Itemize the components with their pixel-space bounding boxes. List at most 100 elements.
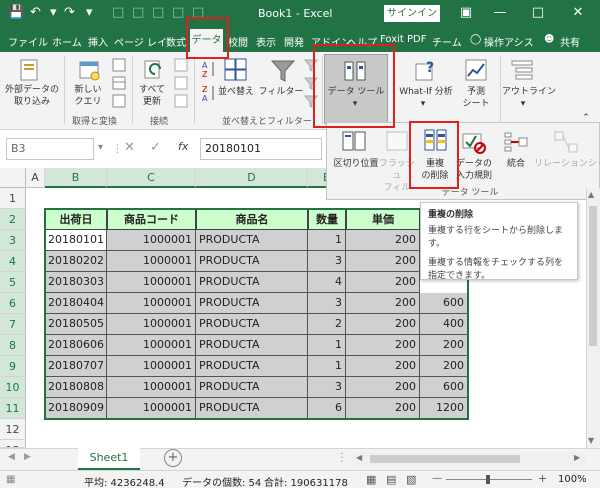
table-cell-date[interactable]: 20180808 — [45, 377, 107, 398]
ribbon-display-icon[interactable]: ▣ — [456, 4, 476, 22]
table-cell-total[interactable]: 1200 — [420, 398, 468, 419]
relationships-label[interactable]: リレーションシップ — [534, 158, 600, 170]
person-icon[interactable]: ☻ — [544, 34, 554, 45]
scroll-thumb[interactable] — [589, 206, 597, 346]
normal-view-icon[interactable]: ▦ — [366, 473, 376, 486]
tab-view[interactable]: 表示 — [256, 34, 276, 49]
table-cell-date[interactable]: 20180606 — [45, 335, 107, 356]
connections-icon[interactable] — [174, 58, 188, 72]
sort-dialog-icon[interactable] — [224, 58, 248, 82]
qat-extra-icon[interactable]: □ — [172, 5, 184, 21]
row-header-11[interactable]: 11 — [0, 398, 26, 419]
close-icon[interactable]: ✕ — [568, 4, 588, 22]
refresh-all-label[interactable]: すべて 更新 — [134, 84, 170, 108]
table-cell-code[interactable]: 1000001 — [107, 314, 196, 335]
text-to-columns-icon[interactable] — [342, 130, 366, 154]
scroll-down-icon[interactable]: ▼ — [588, 436, 594, 445]
table-cell-price[interactable]: 200 — [346, 335, 420, 356]
sheet-prev-icon[interactable]: ◀ — [8, 452, 15, 462]
table-cell-date[interactable]: 20180909 — [45, 398, 107, 419]
qat-more-icon[interactable]: ▾ — [86, 5, 93, 21]
undo-icon[interactable]: ↶ — [30, 5, 41, 21]
sheet-tab[interactable]: Sheet1 — [78, 448, 140, 470]
properties-icon[interactable] — [174, 76, 188, 90]
horizontal-scroll-thumb[interactable] — [370, 455, 520, 463]
table-header-code[interactable]: 商品コード — [107, 209, 196, 230]
page-layout-view-icon[interactable]: ▤ — [386, 473, 396, 486]
table-cell-qty[interactable]: 1 — [308, 230, 346, 251]
scroll-left-icon[interactable]: ◀ — [356, 453, 362, 462]
table-cell-code[interactable]: 1000001 — [107, 398, 196, 419]
table-cell-price[interactable]: 200 — [346, 356, 420, 377]
table-cell-total[interactable]: 600 — [420, 377, 468, 398]
zoom-in-icon[interactable]: + — [538, 472, 547, 485]
table-cell-name[interactable]: PRODUCTA — [196, 293, 308, 314]
table-cell-price[interactable]: 200 — [346, 272, 420, 293]
row-header-8[interactable]: 8 — [0, 335, 26, 356]
table-cell-name[interactable]: PRODUCTA — [196, 314, 308, 335]
table-cell-code[interactable]: 1000001 — [107, 377, 196, 398]
flash-fill-icon[interactable] — [386, 130, 408, 154]
table-cell-name[interactable]: PRODUCTA — [196, 377, 308, 398]
tab-file[interactable]: ファイル — [8, 34, 48, 49]
forecast-sheet-icon[interactable] — [464, 58, 488, 82]
table-cell-date[interactable]: 20180303 — [45, 272, 107, 293]
tab-developer[interactable]: 開発 — [284, 34, 304, 49]
row-header-6[interactable]: 6 — [0, 293, 26, 314]
get-external-data-icon[interactable] — [18, 58, 42, 82]
from-table-icon[interactable] — [112, 76, 126, 90]
row-header-4[interactable]: 4 — [0, 251, 26, 272]
table-cell-date[interactable]: 20180505 — [45, 314, 107, 335]
table-cell-qty[interactable]: 3 — [308, 377, 346, 398]
minimize-icon[interactable]: — — [490, 4, 510, 22]
row-header-5[interactable]: 5 — [0, 272, 26, 293]
table-cell-qty[interactable]: 1 — [308, 335, 346, 356]
add-sheet-icon[interactable]: + — [164, 449, 182, 467]
column-header-b[interactable]: B — [45, 168, 107, 188]
table-cell-date[interactable]: 20180404 — [45, 293, 107, 314]
select-all-corner[interactable] — [0, 168, 26, 188]
table-cell-price[interactable]: 200 — [346, 398, 420, 419]
table-cell-date[interactable]: 20180202 — [45, 251, 107, 272]
redo-icon[interactable]: ↷ — [64, 5, 75, 21]
data-validation-icon[interactable] — [462, 130, 486, 154]
table-cell-code[interactable]: 1000001 — [107, 230, 196, 251]
row-header-1[interactable]: 1 — [0, 188, 26, 209]
table-cell-code[interactable]: 1000001 — [107, 251, 196, 272]
new-query-label[interactable]: 新しい クエリ — [66, 84, 110, 108]
tab-home[interactable]: ホーム — [52, 34, 82, 49]
refresh-all-icon[interactable] — [142, 58, 166, 82]
enter-icon[interactable]: ✓ — [150, 140, 161, 155]
table-cell-price[interactable]: 200 — [346, 230, 420, 251]
table-cell-total[interactable]: 200 — [420, 335, 468, 356]
table-cell-code[interactable]: 1000001 — [107, 335, 196, 356]
row-header-7[interactable]: 7 — [0, 314, 26, 335]
name-box[interactable]: B3 — [6, 138, 94, 160]
row-header-2[interactable]: 2 — [0, 209, 26, 230]
sort-ascending-icon[interactable]: AZ — [202, 60, 216, 79]
table-cell-name[interactable]: PRODUCTA — [196, 230, 308, 251]
cancel-icon[interactable]: ✕ — [124, 140, 135, 155]
table-cell-total[interactable]: 400 — [420, 314, 468, 335]
maximize-icon[interactable]: □ — [528, 4, 548, 22]
formula-input[interactable]: 20180101 — [200, 138, 322, 160]
what-if-label[interactable]: What-If 分析 — [394, 86, 458, 98]
sort-descending-icon[interactable]: ZA — [202, 84, 216, 103]
row-header-13[interactable]: 13 — [0, 440, 26, 448]
table-cell-total[interactable]: 600 — [420, 293, 468, 314]
forecast-sheet-label[interactable]: 予測 シート — [456, 86, 496, 110]
table-cell-code[interactable]: 1000001 — [107, 293, 196, 314]
table-cell-code[interactable]: 1000001 — [107, 356, 196, 377]
column-header-c[interactable]: C — [107, 168, 196, 188]
table-cell-qty[interactable]: 4 — [308, 272, 346, 293]
new-query-icon[interactable] — [78, 58, 102, 82]
what-if-icon[interactable]: ? — [414, 58, 438, 82]
insert-function-icon[interactable]: fx — [178, 140, 188, 153]
undo-dropdown-icon[interactable]: ▾ — [50, 5, 57, 21]
show-queries-icon[interactable] — [112, 58, 126, 72]
outline-label[interactable]: アウトライン — [502, 86, 556, 98]
table-cell-date[interactable]: 20180707 — [45, 356, 107, 377]
table-cell-price[interactable]: 200 — [346, 377, 420, 398]
sheet-next-icon[interactable]: ▶ — [24, 452, 31, 462]
table-cell-name[interactable]: PRODUCTA — [196, 356, 308, 377]
